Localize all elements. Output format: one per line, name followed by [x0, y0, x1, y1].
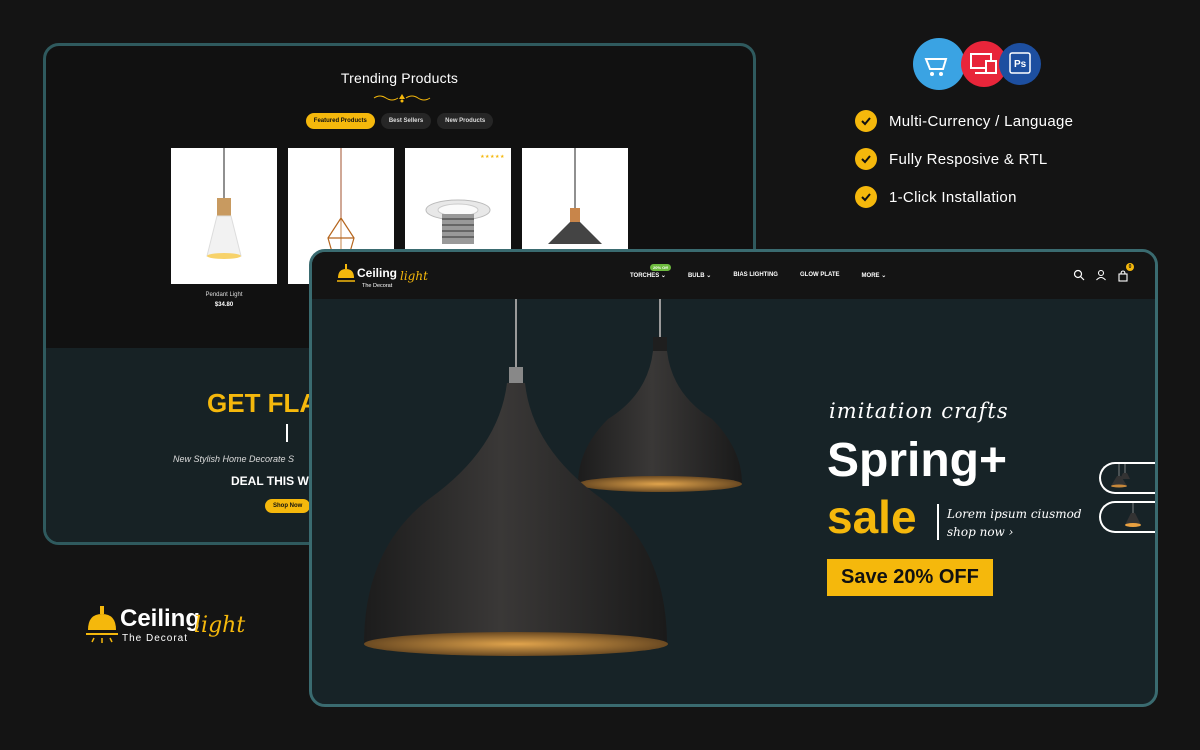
product-card[interactable]: Pendant Light $34.80	[171, 148, 277, 308]
nav-item-bulb[interactable]: BULB ⌄	[688, 272, 711, 279]
feature-item: 1-Click Installation	[855, 186, 1073, 208]
nav-item-torches[interactable]: TORCHES ⌄ 20% Off	[630, 264, 671, 279]
promo-deal: DEAL THIS WE	[231, 474, 317, 488]
svg-text:light: light	[400, 269, 428, 283]
user-icon[interactable]	[1095, 269, 1107, 281]
feature-item: Multi-Currency / Language	[855, 110, 1073, 132]
front-preview-window: Ceiling light The Decorat TORCHES ⌄ 20% …	[309, 249, 1158, 707]
check-icon	[855, 148, 877, 170]
discount-badge: 20% Off	[650, 264, 671, 271]
hero-kicker: imitation crafts	[829, 399, 1009, 423]
svg-text:Ceiling: Ceiling	[357, 266, 397, 280]
shop-now-button[interactable]: Shop Now	[265, 499, 311, 513]
svg-text:Ps: Ps	[1014, 59, 1027, 70]
check-icon	[855, 110, 877, 132]
svg-text:The Decorat: The Decorat	[122, 633, 188, 644]
hero-shop-now-link[interactable]: Lorem ipsum ciusmod shop now ›	[947, 505, 1097, 541]
svg-text:Ceiling: Ceiling	[120, 605, 200, 632]
brand-logo: Ceiling light The Decorat	[86, 605, 245, 644]
cart-icon[interactable]: 0	[1117, 263, 1134, 282]
header-nav: Ceiling light The Decorat TORCHES ⌄ 20% …	[312, 252, 1155, 299]
product-name[interactable]: Pendant Light	[171, 292, 277, 298]
lamp-ornament-icon	[373, 94, 431, 103]
hero-banner: imitation crafts Spring+ sale Lorem ipsu…	[312, 299, 1155, 704]
feature-text: 1-Click Installation	[889, 188, 1017, 206]
section-title: Trending Products	[340, 70, 459, 86]
svg-text:light: light	[194, 613, 245, 638]
tech-stack-icons: Ps	[913, 38, 1041, 90]
product-image[interactable]	[171, 148, 277, 284]
ceiling-light-logo[interactable]: Ceiling light The Decorat	[334, 260, 434, 292]
save-discount-button[interactable]: Save 20% OFF	[827, 559, 993, 596]
nav-item-more[interactable]: MORE ⌄	[862, 272, 887, 279]
rating-stars: ★★★★★	[480, 154, 505, 160]
product-price: $34.80	[214, 302, 234, 308]
promo-subtitle: New Stylish Home Decorate S	[173, 454, 295, 464]
slide-thumbnail[interactable]	[1099, 462, 1155, 494]
svg-text:The Decorat: The Decorat	[362, 283, 393, 289]
pendant-lamps-image	[364, 299, 742, 656]
feature-text: Fully Resposive & RTL	[889, 150, 1048, 168]
promo-divider	[286, 424, 288, 442]
opencart-icon	[913, 38, 965, 90]
search-icon[interactable]	[1073, 269, 1085, 281]
tab-new-products[interactable]: New Products	[437, 113, 494, 129]
feature-item: Fully Resposive & RTL	[855, 148, 1073, 170]
nav-item-bias-lighting[interactable]: BIAS LIGHTING	[733, 272, 778, 279]
feature-text: Multi-Currency / Language	[889, 112, 1074, 130]
hero-sale-text: sale	[827, 491, 917, 543]
cart-count-badge: 0	[1126, 263, 1134, 271]
nav-item-glow-plate[interactable]: GLOW PLATE	[800, 272, 840, 279]
slide-thumbnail[interactable]	[1099, 501, 1155, 533]
tab-featured-products[interactable]: Featured Products	[305, 113, 375, 129]
hero-title: Spring+	[827, 434, 1008, 487]
check-icon	[855, 186, 877, 208]
tab-best-sellers[interactable]: Best Sellers	[380, 113, 432, 129]
feature-list: Multi-Currency / Language Fully Resposiv…	[855, 110, 1073, 224]
hero-divider	[937, 504, 939, 540]
